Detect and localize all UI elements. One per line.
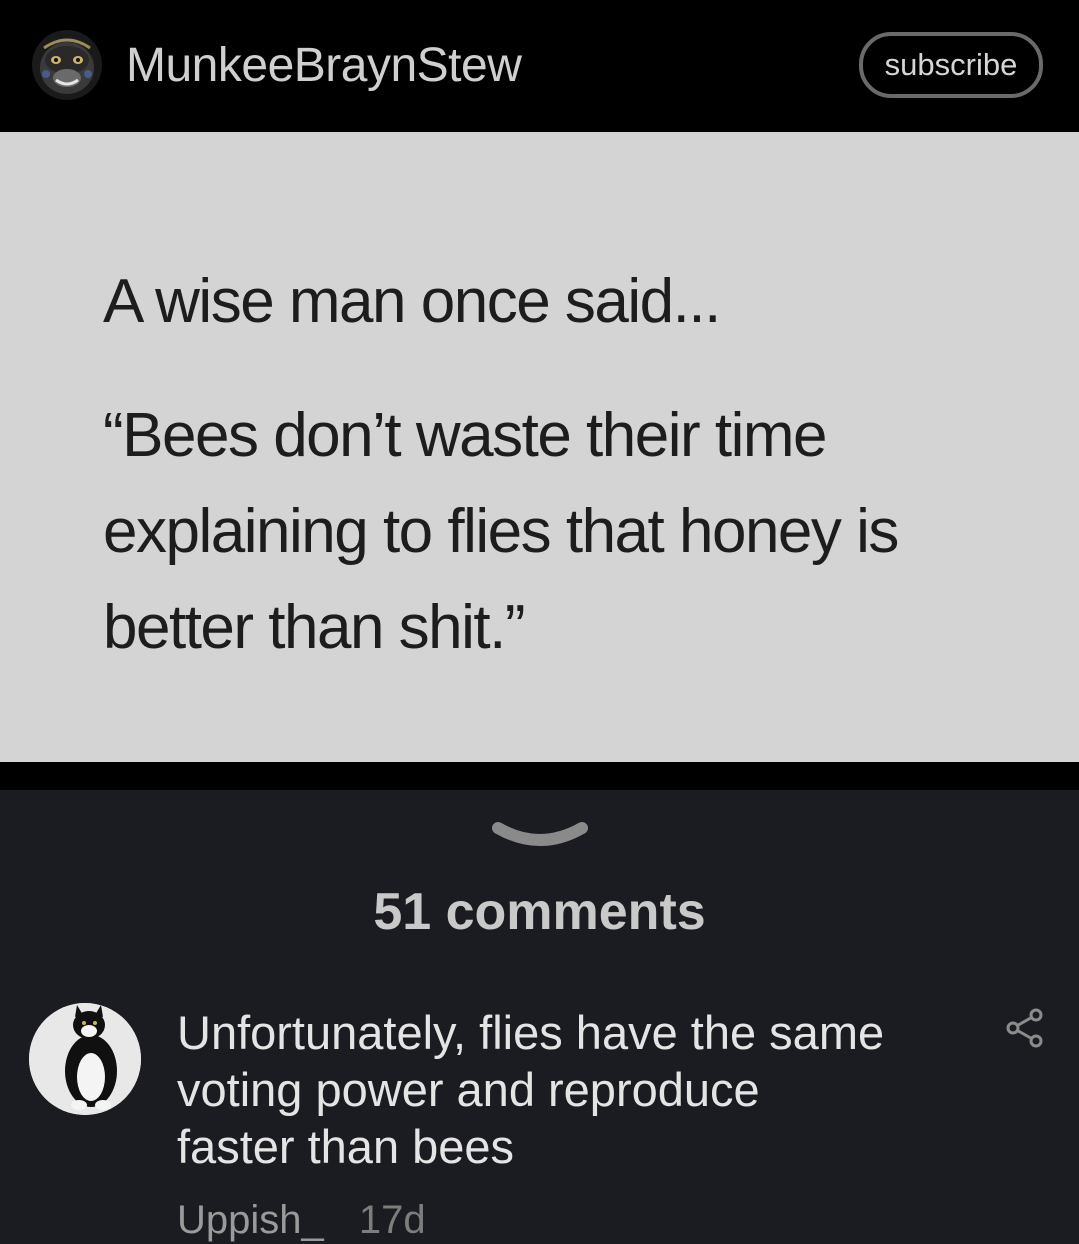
quote-body: “Bees don’t waste their time explaining … <box>103 388 1023 676</box>
comment-age: 17d <box>358 1198 426 1242</box>
comment-line: faster than bees <box>177 1120 515 1173</box>
separator <box>0 762 1079 790</box>
post-header: MunkeeBraynStew subscribe <box>0 0 1079 132</box>
username[interactable]: MunkeeBraynStew <box>126 38 522 94</box>
comment-line: voting power and reproduce <box>177 1063 760 1116</box>
quote-line: “Bees don’t waste their time <box>103 401 828 470</box>
subscribe-button[interactable]: subscribe <box>859 32 1043 98</box>
quote-intro: A wise man once said... <box>103 267 721 336</box>
comment-body: Unfortunately, flies have the same votin… <box>177 1004 977 1175</box>
quote-line: better than shit.” <box>103 593 526 662</box>
comment-avatar[interactable] <box>29 1003 141 1115</box>
gorilla-avatar-icon <box>32 30 102 100</box>
user-avatar[interactable] <box>32 30 102 100</box>
comment-line: Unfortunately, flies have the same <box>177 1006 885 1059</box>
comments-count: 51 comments <box>373 883 706 941</box>
cat-avatar-icon <box>29 1003 141 1115</box>
share-icon[interactable] <box>1004 1008 1044 1048</box>
chevron-down-icon[interactable] <box>490 812 590 856</box>
quote-line: explaining to flies that honey is <box>103 497 899 566</box>
comment-author[interactable]: Uppish_ <box>177 1198 324 1242</box>
